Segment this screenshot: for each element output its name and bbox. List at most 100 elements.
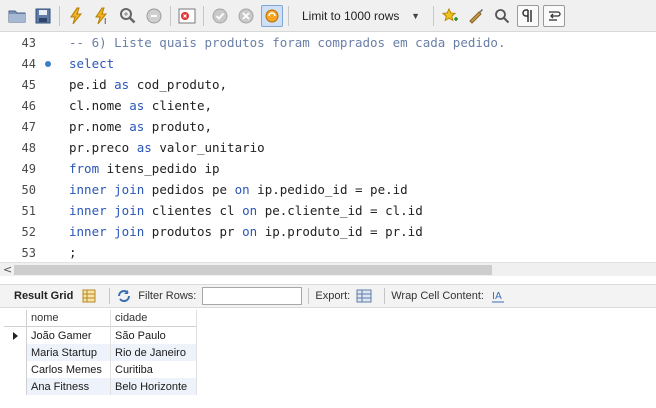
add-snippet-icon[interactable] [439,5,461,27]
code-text: inner join clientes cl on pe.cliente_id … [69,203,423,218]
sql-identifier: clientes cl [144,203,243,218]
code-line[interactable]: 52 inner join produtos pr on ip.produto_i… [0,221,656,242]
wrap-cell-icon[interactable]: IA [490,288,506,304]
result-toolbar: Result Grid Filter Rows: Export: Wrap Ce… [0,284,656,308]
row-header[interactable] [4,344,27,361]
row-header[interactable] [4,327,27,344]
sql-keyword: on [234,182,250,197]
sql-keyword: as [136,140,152,155]
toggle-error-icon[interactable] [176,5,198,27]
find-icon[interactable] [491,5,513,27]
line-number: 51 [21,203,36,218]
scroll-left-icon[interactable]: < [3,263,12,277]
line-number: 48 [21,140,36,155]
sql-identifier: ; [69,245,77,260]
sql-keyword: from [69,161,100,176]
line-number: 49 [21,161,36,176]
code-line[interactable]: 53; [0,242,656,263]
refresh-icon[interactable] [116,288,132,304]
execute-icon[interactable] [65,5,87,27]
grid-cell-nome[interactable]: Carlos Memes [27,361,111,378]
explain-icon[interactable] [117,5,139,27]
sql-identifier: cod_produto, [129,77,228,92]
table-row[interactable]: Maria Startup Rio de Janeiro [4,344,197,361]
grid-cell-nome[interactable]: Maria Startup [27,344,111,361]
line-number: 46 [21,98,36,113]
sql-keyword: as [129,98,145,113]
sql-editor[interactable]: 43 -- 6) Liste quais produtos foram compr… [0,32,656,262]
sql-identifier: ip.produto_id = pr.id [257,224,423,239]
beautify-icon[interactable] [465,5,487,27]
sql-identifier: itens_pedido ip [99,161,220,176]
grid-cell-cidade[interactable]: São Paulo [111,327,197,344]
sql-keyword: inner join [69,224,145,239]
save-icon[interactable] [32,5,54,27]
sql-keyword: inner join [69,203,145,218]
sql-identifier: cl.nome [69,98,130,113]
code-text: cl.nome as cliente, [69,98,212,113]
grid-cell-cidade[interactable]: Curitiba [111,361,197,378]
grid-cell-nome[interactable]: João Gamer [27,327,111,344]
grid-cell-cidade[interactable]: Rio de Janeiro [111,344,197,361]
wrap-icon[interactable] [543,4,565,27]
grid-icon[interactable] [81,288,97,304]
code-line[interactable]: 51 inner join clientes cl on pe.cliente_i… [0,200,656,221]
sql-identifier: produto, [144,119,213,134]
grid-cell-cidade[interactable]: Belo Horizonte [111,378,197,395]
open-folder-icon[interactable] [6,5,28,27]
code-line[interactable]: 43 -- 6) Liste quais produtos foram compr… [0,32,656,53]
code-line[interactable]: 48 pr.preco as valor_unitario [0,137,656,158]
code-line[interactable]: 50 inner join pedidos pe on ip.pedido_id … [0,179,656,200]
code-line[interactable]: 49 from itens_pedido ip [0,158,656,179]
stop-icon[interactable] [143,5,165,27]
filter-rows-input[interactable] [202,287,303,305]
scrollbar-thumb[interactable] [14,265,492,275]
statement-marker-icon [44,60,51,67]
sql-identifier: valor_unitario [151,140,265,155]
toolbar-separator [433,5,434,26]
sql-keyword: on [242,224,258,239]
line-number: 44 [21,56,36,71]
sql-identifier: pr.preco [69,140,137,155]
toolbar-separator [109,288,111,304]
rollback-icon[interactable] [235,5,257,27]
result-grid-tab[interactable]: Result Grid [14,290,73,302]
wrap-cell-label: Wrap Cell Content: [391,290,484,302]
row-header[interactable] [4,378,27,395]
sql-identifier: cliente, [144,98,213,113]
code-line[interactable]: 44 select [0,53,656,74]
line-number: 47 [21,119,36,134]
export-icon[interactable] [356,288,372,304]
execute-current-icon[interactable]: I [91,5,113,27]
commit-icon[interactable] [209,5,231,27]
svg-text:I: I [104,17,106,25]
column-header-nome[interactable]: nome [27,310,111,327]
filter-rows-label: Filter Rows: [138,290,197,302]
sql-identifier: ip.pedido_id = pe.id [249,182,408,197]
table-row[interactable]: João Gamer São Paulo [4,327,197,344]
result-grid[interactable]: nome cidade João Gamer São Paulo Maria Start… [4,310,197,395]
code-line[interactable]: 45 pe.id as cod_produto, [0,74,656,95]
column-header-cidade[interactable]: cidade [111,310,197,327]
code-line[interactable]: 46 cl.nome as cliente, [0,95,656,116]
sql-identifier: pe.id [69,77,115,92]
editor-horizontal-scrollbar[interactable]: < [0,262,656,276]
invisible-chars-icon[interactable] [517,4,539,27]
toolbar-separator [59,5,60,26]
toolbar-separator [170,5,171,26]
table-row[interactable]: Ana Fitness Belo Horizonte [4,378,197,395]
autocommit-icon[interactable] [261,4,283,27]
row-header[interactable] [4,361,27,378]
limit-rows-select[interactable]: Limit to 1000 rows ▼ [296,5,426,27]
sql-comment: -- 6) Liste quais produtos foram comprad… [69,35,506,50]
table-row[interactable]: Carlos Memes Curitiba [4,361,197,378]
code-text: -- 6) Liste quais produtos foram comprad… [69,35,506,50]
toolbar-separator [288,5,289,26]
code-text: ; [69,245,77,260]
code-line[interactable]: 47 pr.nome as produto, [0,116,656,137]
grid-corner [4,310,27,327]
code-text: pr.preco as valor_unitario [69,140,265,155]
sql-identifier: pe.cliente_id = cl.id [257,203,423,218]
grid-cell-nome[interactable]: Ana Fitness [27,378,111,395]
sql-keyword: as [129,119,145,134]
